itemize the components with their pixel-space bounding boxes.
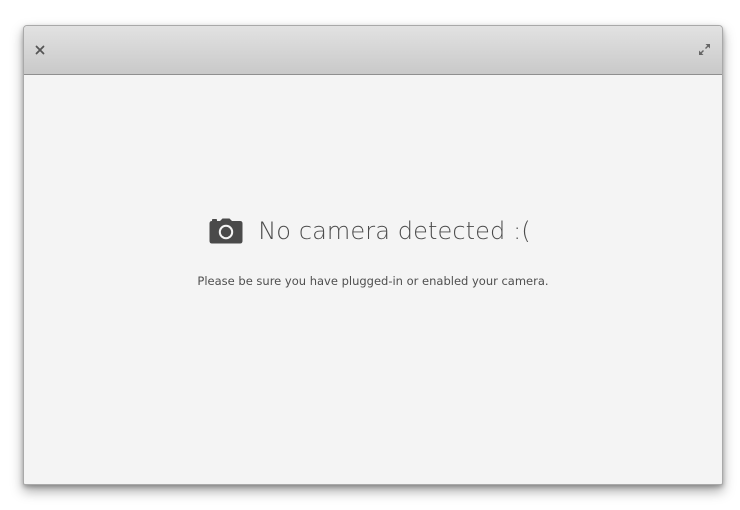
content-area: No camera detected :( Please be sure you… — [24, 75, 722, 484]
maximize-button[interactable] — [696, 41, 712, 57]
close-icon — [35, 45, 45, 55]
close-button[interactable] — [32, 42, 48, 58]
message-subtitle: Please be sure you have plugged-in or en… — [197, 274, 549, 288]
message-headline: No camera detected :( — [24, 217, 722, 245]
titlebar — [24, 26, 722, 75]
message-title: No camera detected :( — [258, 217, 531, 245]
camera-window: No camera detected :( Please be sure you… — [23, 25, 723, 485]
maximize-icon — [698, 43, 710, 55]
camera-icon — [209, 218, 243, 244]
